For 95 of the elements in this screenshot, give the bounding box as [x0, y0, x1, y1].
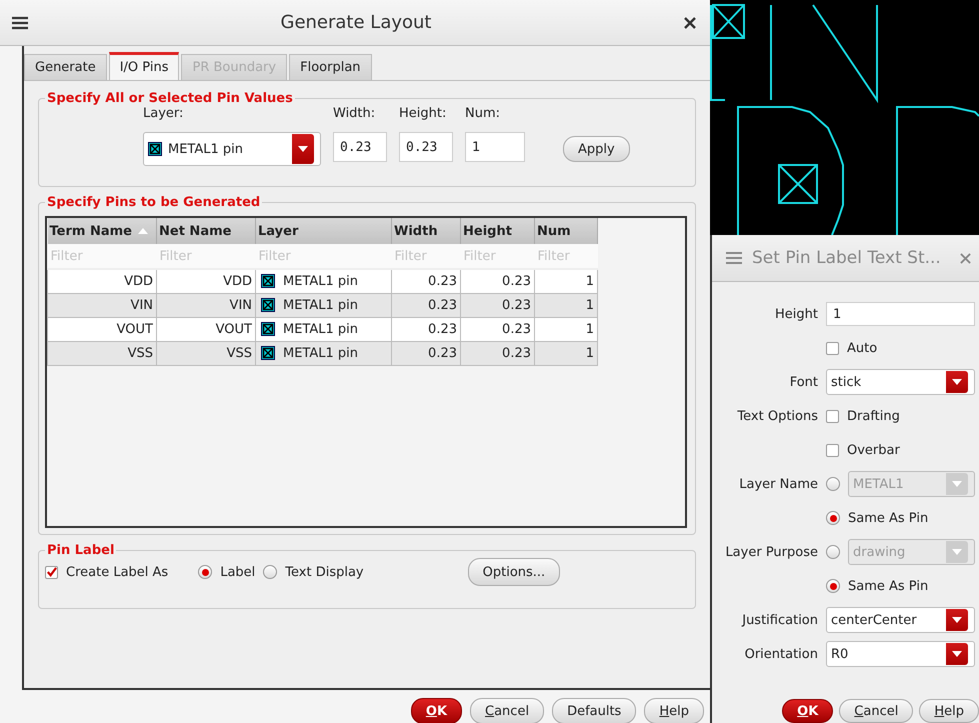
checkbox-label: Drafting: [847, 408, 900, 424]
table-cell: METAL1 pin: [283, 298, 358, 313]
group-title: Specify Pins to be Generated: [46, 195, 262, 210]
table-cell: METAL1 pin: [283, 346, 358, 361]
table-cell: METAL1 pin: [283, 274, 358, 289]
field-label: Width:: [333, 106, 376, 123]
crossed-square-icon: [148, 142, 162, 156]
cancel-button[interactable]: Cancel: [470, 698, 544, 723]
radio-button[interactable]: [263, 565, 278, 579]
column-header[interactable]: Height: [460, 218, 534, 244]
table-cell: VSS: [48, 342, 156, 366]
column-header[interactable]: Term Name: [48, 218, 156, 244]
menu-icon[interactable]: [12, 16, 28, 30]
table-cell: 0.23: [392, 342, 460, 366]
checkbox-label: Overbar: [847, 442, 900, 458]
table-cell: 0.23: [460, 318, 534, 342]
caret-icon: [946, 371, 968, 393]
radio-button[interactable]: [826, 579, 840, 593]
table-cell: METAL1 pin: [283, 322, 358, 337]
help-button[interactable]: Help: [919, 699, 979, 723]
table-cell: VIN: [156, 294, 256, 318]
caret-icon: [946, 541, 968, 563]
radio-button[interactable]: [826, 511, 840, 525]
table-cell: 1: [534, 269, 598, 294]
checkbox-label: Create Label As: [66, 564, 168, 580]
table-cell: 1: [534, 294, 598, 318]
table-cell: 0.23: [460, 294, 534, 318]
table-cell: 0.23: [460, 269, 534, 294]
input-field[interactable]: 0.23: [399, 132, 453, 162]
dropdown[interactable]: stick: [826, 369, 975, 395]
field-label: Orientation: [744, 646, 818, 662]
radio-label: Same As Pin: [848, 510, 928, 526]
cancel-button[interactable]: Cancel: [839, 699, 914, 723]
radio-label: Same As Pin: [848, 578, 928, 594]
field-label: Layer:: [143, 106, 184, 123]
radio-label: Label: [220, 564, 256, 580]
field-label: Layer Purpose: [724, 544, 818, 560]
column-header[interactable]: Net Name: [156, 218, 256, 244]
table-cell: VDD: [156, 269, 256, 294]
table-cell: VSS: [156, 342, 256, 366]
checkbox[interactable]: [826, 410, 839, 422]
table-cell: 0.23: [392, 294, 460, 318]
field-label: Layer Name: [738, 476, 818, 492]
caret-icon: [946, 473, 968, 495]
checkbox[interactable]: [45, 566, 58, 578]
field-label: Num:: [465, 106, 502, 123]
table-cell: 0.23: [392, 269, 460, 294]
window-title: Set Pin Label Text St...: [752, 248, 942, 268]
table-cell: 0.23: [392, 318, 460, 342]
field-label: Font: [788, 374, 818, 390]
table-cell: VOUT: [48, 318, 156, 342]
caret-icon: [946, 609, 968, 631]
radio-label: Text Display: [285, 564, 364, 580]
ok-button[interactable]: OK: [410, 698, 462, 723]
dropdown[interactable]: centerCenter: [826, 607, 975, 633]
group-title: Pin Label: [46, 543, 116, 558]
help-button[interactable]: Help: [644, 698, 704, 723]
caret-icon: [292, 134, 314, 164]
window-title: Generate Layout: [280, 12, 432, 33]
ok-button[interactable]: OK: [782, 699, 834, 723]
column-header[interactable]: Layer: [256, 218, 392, 244]
checkbox[interactable]: [826, 444, 839, 456]
crossed-square-icon: [261, 322, 275, 336]
crossed-square-icon: [261, 298, 275, 312]
checkbox[interactable]: [826, 342, 839, 354]
table-cell: 0.23: [460, 342, 534, 366]
caret-icon: [946, 643, 968, 665]
dropdown[interactable]: R0: [826, 641, 975, 667]
radio-button[interactable]: [198, 565, 212, 579]
table-cell: 1: [534, 318, 598, 342]
layer-dropdown[interactable]: METAL1 pin: [143, 132, 321, 166]
table-cell: 1: [534, 342, 598, 366]
options-button[interactable]: Options...: [468, 558, 560, 586]
field-label: Height: [774, 306, 818, 322]
field-label: Height:: [399, 106, 448, 123]
checkbox-label: Auto: [847, 340, 878, 356]
table-cell: VOUT: [156, 318, 256, 342]
defaults-button[interactable]: Defaults: [552, 698, 636, 723]
field-label: Text Options: [736, 408, 818, 424]
crossed-square-icon: [261, 274, 275, 288]
tab[interactable]: I/O Pins: [108, 52, 180, 80]
input-field[interactable]: 1: [465, 132, 525, 162]
column-header[interactable]: Num: [534, 218, 598, 244]
column-header[interactable]: Width: [392, 218, 460, 244]
close-icon[interactable]: [684, 16, 696, 28]
input-field[interactable]: 1: [826, 302, 975, 326]
crossed-square-icon: [261, 346, 275, 360]
table-cell: VIN: [48, 294, 156, 318]
group-title: Specify All or Selected Pin Values: [46, 91, 294, 106]
apply-button[interactable]: Apply: [563, 136, 630, 162]
input-field[interactable]: 0.23: [333, 132, 387, 162]
table-cell: VDD: [48, 269, 156, 294]
tab[interactable]: Generate: [24, 54, 107, 80]
field-label: Justification: [740, 612, 818, 628]
tab[interactable]: Floorplan: [289, 54, 372, 80]
